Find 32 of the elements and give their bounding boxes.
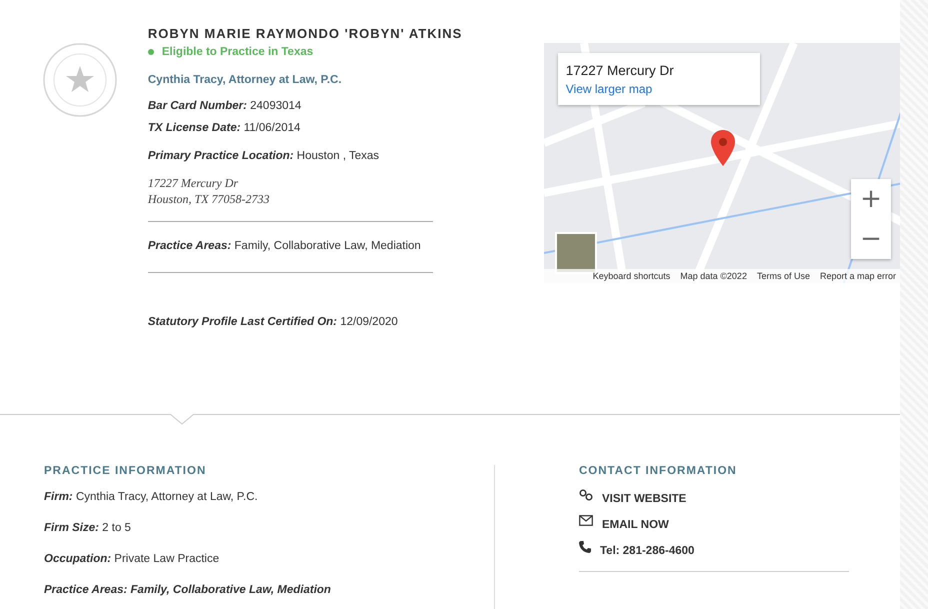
envelope-icon [579, 515, 593, 526]
certified-date: Statutory Profile Last Certified On: 12/09/2020 [148, 315, 399, 330]
section-heading: CONTACT INFORMATION [579, 465, 738, 477]
license-detail: Bar Card Number: 24093014 [148, 99, 302, 114]
contact-link[interactable]: EMAIL NOW [602, 519, 669, 531]
address-line: 17227 Mercury Dr [148, 175, 240, 191]
contact-link[interactable]: Tel: 281-286-4600 [600, 545, 694, 557]
firm-link[interactable]: Cynthia Tracy, Attorney at Law, P.C. [148, 74, 342, 86]
map-footer-link[interactable]: Map data ©2022 [680, 271, 747, 281]
contact-link[interactable]: VISIT WEBSITE [602, 493, 686, 505]
practice-areas: Practice Areas: Family, Collaborative Law, Mediation [148, 235, 544, 257]
eligibility-status: Eligible to Practice in Texas [162, 46, 314, 58]
phone-icon [579, 541, 591, 553]
zoom-out-button[interactable]: − [851, 219, 891, 259]
map-footer-link[interactable]: Terms of Use [756, 271, 810, 281]
practice-detail: Firm Size: 2 to 5 [44, 521, 132, 536]
attorney-name: ROBYN MARIE RAYMONDO 'ROBYN' ATKINS [148, 26, 464, 41]
map-pin-icon [710, 130, 735, 166]
map-card-title: 17227 Mercury Dr [566, 63, 675, 78]
section-heading: PRACTICE INFORMATION [44, 465, 208, 477]
license-detail: TX License Date: 11/06/2014 [148, 121, 302, 136]
practice-location: Primary Practice Location: Houston , Texas [148, 149, 380, 164]
zoom-in-button[interactable]: + [851, 179, 891, 219]
map-view[interactable]: 17227 Mercury Dr View larger map + − Keyboard shortcuts Map data ©2022 Terms of Use Report a map error [544, 43, 900, 283]
practice-detail: Practice Areas: Family, Collaborative Law, Mediation [44, 583, 332, 598]
practice-detail: Occupation: Private Law Practice [44, 552, 220, 567]
map-footer-link[interactable]: Report a map error [820, 271, 896, 281]
link-icon [579, 489, 593, 501]
practice-detail: Firm: Cynthia Tracy, Attorney at Law, P.C. [44, 490, 259, 505]
map-footer-link[interactable]: Keyboard shortcuts [592, 271, 670, 281]
view-larger-map-link[interactable]: View larger map [566, 82, 652, 96]
address-line: Houston, TX 77058-2733 [148, 191, 271, 207]
